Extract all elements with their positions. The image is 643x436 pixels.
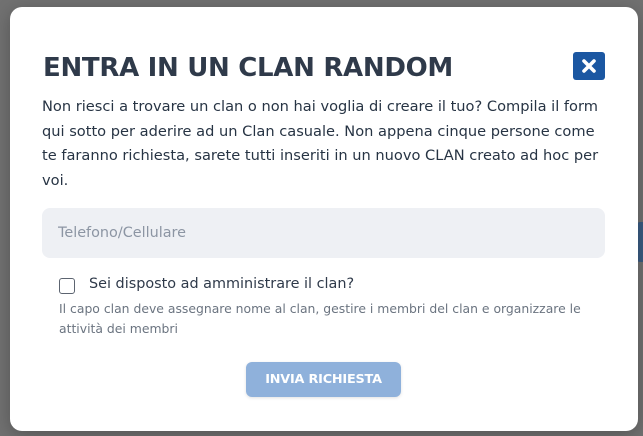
- close-button[interactable]: [573, 52, 605, 80]
- admin-checkbox-label[interactable]: Sei disposto ad amministrare il clan?: [89, 276, 354, 292]
- admin-checkbox[interactable]: [59, 278, 75, 294]
- modal-description: Non riesci a trovare un clan o non hai v…: [42, 98, 599, 189]
- modal-title: ENTRA IN UN CLAN RANDOM: [43, 53, 454, 83]
- random-clan-modal: ENTRA IN UN CLAN RANDOM Non riesci a tro…: [10, 7, 638, 431]
- admin-help-text: Il capo clan deve assegnare nome al clan…: [59, 301, 581, 336]
- close-icon: [581, 58, 597, 74]
- phone-input[interactable]: [42, 208, 605, 258]
- submit-request-button[interactable]: INVIA RICHIESTA: [246, 362, 401, 397]
